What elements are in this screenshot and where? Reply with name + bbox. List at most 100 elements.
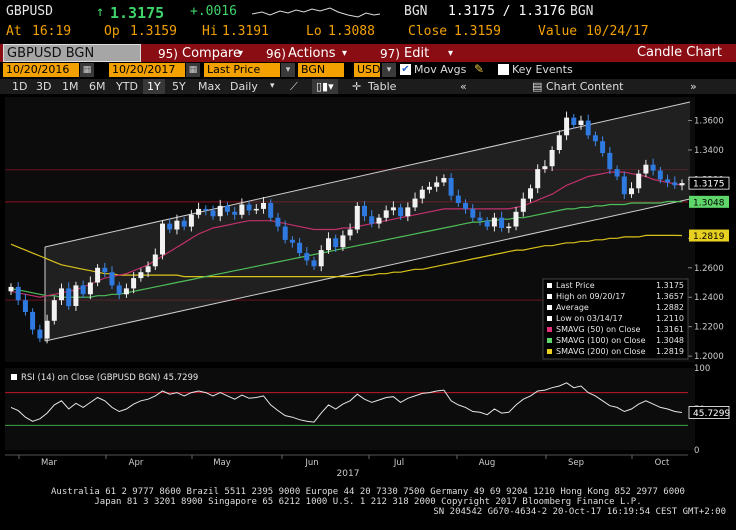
legend-value: 1.3657 (656, 292, 684, 301)
candle (51, 296, 57, 325)
quote-details: At 16:19 Op 1.3159 Hi 1.3191 Lo 1.3088 C… (0, 24, 736, 42)
rsi-tick-label: 0 (694, 446, 699, 456)
legend-swatch (547, 283, 552, 288)
bid-ask: 1.3175 / 1.3176 (448, 4, 566, 19)
x-tick-label: Apr (129, 458, 144, 468)
low-value: 1.3088 (328, 24, 375, 39)
y-tick-label: 1.2600 (694, 264, 724, 274)
sma200-tag-text: 1.2819 (693, 232, 725, 242)
footer-line-2: Japan 81 3 3201 8900 Singapore 65 6212 1… (94, 497, 642, 507)
close-value: 1.3159 (454, 24, 501, 39)
edit-button[interactable]: 97) Edit ▾ (376, 45, 460, 61)
source-input[interactable]: BGN (298, 63, 344, 77)
x-tick-label: Jun (304, 458, 318, 468)
calendar-icon-2[interactable]: ▦ (186, 63, 200, 77)
sparkline-icon (252, 7, 380, 18)
y-tick-label: 1.2400 (694, 293, 724, 303)
rsi-value-text: 45.7299 (693, 409, 730, 419)
x-tick-label: May (213, 458, 231, 468)
legend-label: SMAVG (50) on Close (556, 325, 641, 334)
legend-value: 1.3161 (656, 325, 684, 334)
timeframe-1y[interactable]: 1Y (143, 79, 165, 94)
key-events-checkbox[interactable] (498, 64, 509, 75)
x-tick-label: Aug (479, 458, 496, 468)
open-label: Op (104, 24, 120, 39)
table-button[interactable]: Table (364, 79, 400, 94)
collapse-left-icon[interactable]: « (456, 79, 471, 94)
timeframe-bar: 1D 3D 1M 6M YTD 1Y 5Y Max Daily ▾ ⟋ ▯▮▾ … (0, 79, 736, 94)
y-tick-label: 1.2000 (694, 352, 724, 362)
timeframe-3d[interactable]: 3D (32, 79, 55, 94)
periodicity-dropdown-icon[interactable]: ▾ (266, 79, 279, 94)
mov-avgs-checkbox[interactable]: ✔ (400, 64, 411, 75)
high-label: Hi (202, 24, 218, 39)
collapse-right-icon[interactable]: » (686, 79, 701, 94)
compare-button[interactable]: 95) Compare ▾ (148, 45, 248, 61)
price-change: +.0016 (190, 4, 237, 19)
edit-dropdown-icon: ▾ (448, 48, 454, 59)
legend-swatch (547, 316, 552, 321)
main-toolbar: GBPUSD BGN Curncy 95) Compare ▾ 96) Acti… (0, 44, 736, 79)
field-dropdown-icon[interactable]: ▾ (281, 63, 295, 77)
actions-button[interactable]: 96) Actions ▾ (262, 45, 362, 61)
timeframe-1d[interactable]: 1D (8, 79, 31, 94)
close-label: Close (408, 24, 448, 39)
calendar-icon[interactable]: ▦ (80, 63, 94, 77)
legend-swatch (547, 338, 552, 343)
pencil-icon[interactable]: ✎ (474, 62, 484, 76)
legend-swatch (547, 349, 552, 354)
legend-label: High on 09/20/17 (556, 292, 625, 301)
chart-content-button[interactable]: Chart Content (542, 79, 627, 94)
x-tick-label: Oct (655, 458, 670, 468)
legend-label: Average (556, 303, 589, 312)
up-arrow-icon: ↑ (96, 4, 105, 20)
candle-chart[interactable]: 1.36001.34001.32001.28001.26001.24001.22… (0, 95, 736, 480)
legend-value: 1.2882 (656, 303, 684, 312)
quote-header: GBPUSD ↑ 1.3175 +.0016 BGN 1.3175 / 1.31… (0, 4, 736, 22)
ticker: GBPUSD (6, 4, 53, 19)
quote-time: 16:19 (32, 24, 72, 39)
edit-label: Edit (404, 46, 430, 61)
actions-dropdown-icon: ▾ (342, 48, 348, 59)
timeframe-ytd[interactable]: YTD (112, 79, 142, 94)
legend-value: 1.3048 (656, 336, 684, 345)
legend-swatch (547, 327, 552, 332)
value-label: Value (538, 24, 578, 39)
footer-line-3: SN 204542 G670-4634-2 20-Oct-17 16:19:54… (433, 507, 726, 517)
actions-label: Actions (288, 46, 336, 61)
key-events-label: Key Events (512, 63, 573, 76)
candle-type-icon[interactable]: ▯▮▾ (312, 79, 338, 94)
timeframe-1m[interactable]: 1M (58, 79, 83, 94)
compare-number: 95) (158, 47, 178, 61)
x-tick-label: Jul (393, 458, 404, 468)
crosshair-icon[interactable]: ✛ (348, 79, 365, 94)
legend-swatch (547, 305, 552, 310)
x-tick-label: Sep (568, 458, 584, 468)
last-price: 1.3175 (110, 4, 165, 22)
year-label: 2017 (337, 469, 360, 479)
candle (160, 219, 165, 260)
currency-input[interactable]: USD (354, 63, 381, 77)
candle (354, 202, 360, 234)
legend-label: Low on 03/14/17 (556, 314, 623, 323)
security-field[interactable]: GBPUSD BGN Curncy (3, 44, 141, 79)
field-select[interactable]: Last Price (204, 63, 280, 77)
start-date-input[interactable]: 10/20/2016 (3, 63, 79, 77)
quote-source-2: BGN (570, 4, 594, 19)
timeframe-6m[interactable]: 6M (85, 79, 110, 94)
periodicity-select[interactable]: Daily (226, 79, 262, 94)
legend-value: 1.2819 (656, 347, 684, 356)
open-value: 1.3159 (130, 24, 177, 39)
timeframe-5y[interactable]: 5Y (168, 79, 190, 94)
legend-value: 1.3175 (656, 281, 684, 290)
timeframe-max[interactable]: Max (194, 79, 225, 94)
footer-line-1: Australia 61 2 9777 8600 Brazil 5511 239… (51, 487, 685, 497)
y-tick-label: 1.2200 (694, 323, 724, 333)
value-date: 10/24/17 (586, 24, 649, 39)
x-tick-label: Mar (41, 458, 58, 468)
legend-label: SMAVG (100) on Close (556, 336, 646, 345)
rsi-label: RSI (14) on Close (GBPUSD BGN) 45.7299 (21, 373, 198, 383)
currency-dropdown-icon[interactable]: ▾ (382, 63, 396, 77)
line-chart-icon[interactable]: ⟋ (286, 79, 302, 94)
end-date-input[interactable]: 10/20/2017 (109, 63, 185, 77)
